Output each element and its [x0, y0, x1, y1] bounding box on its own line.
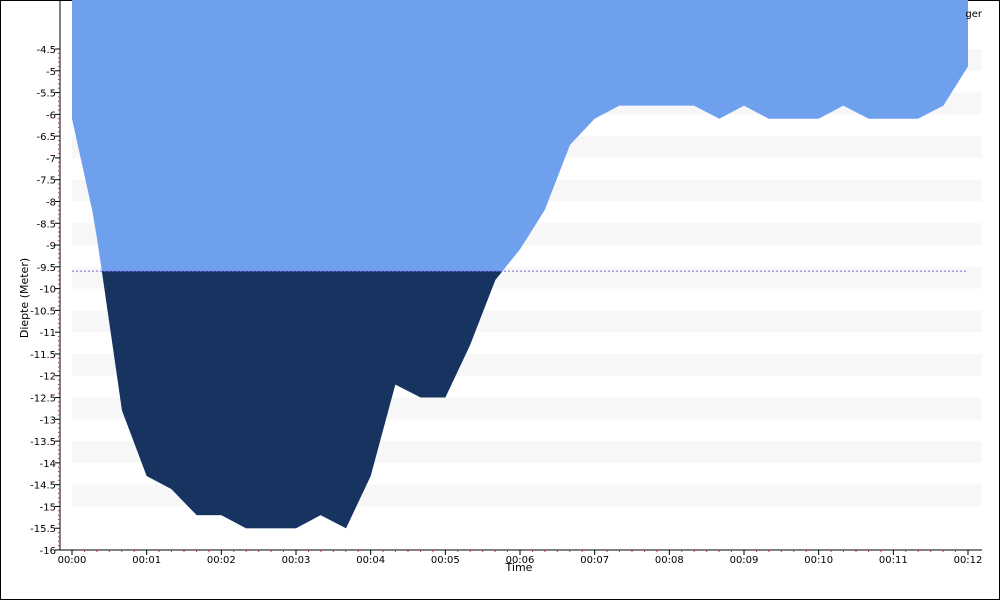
- y-tick-label: -15: [40, 502, 56, 513]
- y-tick-label: -13.5: [30, 437, 56, 448]
- x-tick-label: 00:05: [431, 555, 460, 566]
- y-tick-label: -10.5: [30, 306, 56, 317]
- y-tick-label: -16: [40, 546, 56, 557]
- y-tick-label: -11.5: [30, 350, 56, 361]
- y-tick-label: -12: [40, 372, 56, 383]
- y-tick-label: -10: [40, 285, 56, 296]
- y-tick-label: -5.5: [36, 89, 56, 100]
- x-tick-label: 00:12: [954, 555, 983, 566]
- x-tick-label: 00:03: [282, 555, 311, 566]
- y-tick-label: -9: [46, 241, 56, 252]
- y-tick-label: -9.5: [36, 263, 56, 274]
- y-tick-label: -6: [46, 110, 56, 121]
- x-tick-label: 00:09: [730, 555, 759, 566]
- y-tick-label: -6.5: [36, 132, 56, 143]
- x-tick-label: 00:08: [655, 555, 684, 566]
- x-axis-title: Time: [505, 561, 533, 574]
- y-tick-label: -4.5: [36, 45, 56, 56]
- y-tick-label: -8.5: [36, 219, 56, 230]
- x-tick-label: 00:07: [580, 555, 609, 566]
- y-tick-label: -15.5: [30, 524, 56, 535]
- y-tick-label: -8: [46, 197, 56, 208]
- x-tick-label: 00:04: [356, 555, 385, 566]
- x-tick-label: 00:10: [804, 555, 833, 566]
- y-tick-label: -12.5: [30, 394, 56, 405]
- depth-chart: -4.5 -5 -5.5 -6 -6.5 -7 -7.5 -8 -8.5 -9 -9.5 -10 -10…: [18, 0, 983, 574]
- x-tick-label: 00:01: [132, 555, 161, 566]
- y-tick-label: -11: [40, 328, 56, 339]
- y-tick-label: -7: [46, 154, 56, 165]
- x-tick-label: 00:11: [879, 555, 908, 566]
- y-tick-label: -5: [46, 67, 56, 78]
- y-tick-label: -14.5: [30, 481, 56, 492]
- y-tick-label: -14: [40, 459, 56, 470]
- y-tick-label: -13: [40, 415, 56, 426]
- legend-label: ger: [965, 9, 982, 20]
- y-tick-label: -7.5: [36, 176, 56, 187]
- x-tick-label: 00:02: [207, 555, 236, 566]
- y-axis-title: Diepte (Meter): [18, 258, 31, 338]
- x-tick-label: 00:00: [58, 555, 87, 566]
